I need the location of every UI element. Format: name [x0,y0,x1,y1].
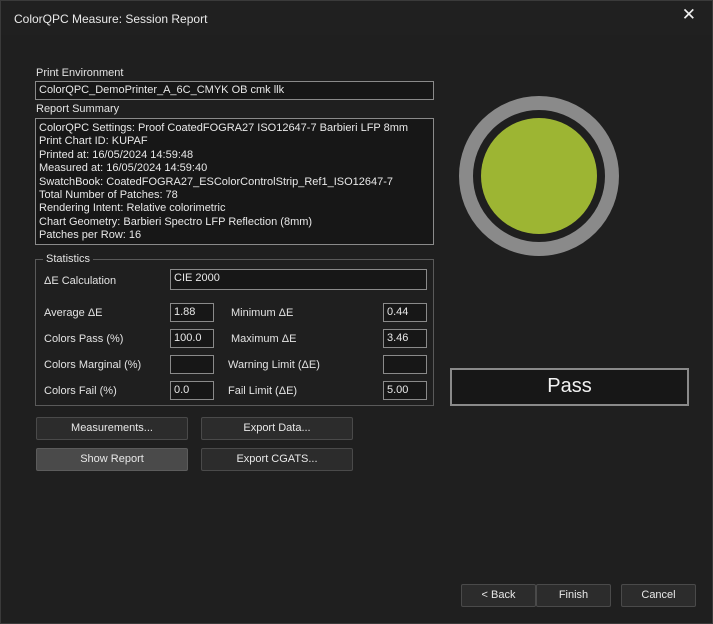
title-bar: ColorQPC Measure: Session Report ✕ [1,1,712,35]
de-calculation-field[interactable]: CIE 2000 [170,269,427,290]
fail-limit-field[interactable]: 5.00 [383,381,427,400]
show-report-button[interactable]: Show Report [36,448,188,471]
report-summary-line: ColorQPC Settings: Proof CoatedFOGRA27 I… [39,122,409,134]
de-calculation-label: ΔE Calculation [44,275,117,287]
result-status: Pass [450,368,689,406]
average-de-field[interactable]: 1.88 [170,303,214,322]
back-button[interactable]: < Back [461,584,536,607]
report-summary-line: Multiple Charts to Same Media: No [39,243,430,244]
warning-limit-field[interactable] [383,355,427,374]
warning-limit-label: Warning Limit (ΔE) [228,359,320,371]
measurements-button[interactable]: Measurements... [36,417,188,440]
finish-button[interactable]: Finish [536,584,611,607]
colors-pass-field[interactable]: 100.0 [170,329,214,348]
export-cgats-button[interactable]: Export CGATS... [201,448,353,471]
indicator-fill [481,118,597,234]
report-summary-line: Measured at: 16/05/2024 14:59:40 [39,162,208,175]
export-data-button[interactable]: Export Data... [201,417,353,440]
minimum-de-field[interactable]: 0.44 [383,303,427,322]
report-summary-line: Print Chart ID: KUPAF [39,135,148,148]
cancel-button[interactable]: Cancel [621,584,696,607]
statistics-group-label: Statistics [43,253,94,265]
print-environment-field[interactable]: ColorQPC_DemoPrinter_A_6C_CMYK OB cmk ll… [35,81,434,100]
report-summary-line: Patches per Row: 16 [39,229,142,242]
report-summary-line: Printed at: 16/05/2024 14:59:48 [39,148,194,161]
report-summary-line: Chart Geometry: Barbieri Spectro LFP Ref… [39,215,313,228]
report-summary-label: Report Summary [36,103,120,115]
report-summary-line: Rendering Intent: Relative colorimetric [39,202,226,215]
report-summary-text[interactable]: ColorQPC Settings: Proof CoatedFOGRA27 I… [35,118,434,245]
colors-fail-field[interactable]: 0.0 [170,381,214,400]
colors-pass-label: Colors Pass (%) [44,333,124,345]
report-summary-line: SwatchBook: CoatedFOGRA27_ESColorControl… [39,175,394,188]
average-de-label: Average ΔE [44,307,103,319]
colors-marginal-field[interactable] [170,355,214,374]
window-title: ColorQPC Measure: Session Report [14,12,208,26]
session-report-window: ColorQPC Measure: Session Report ✕ Print… [0,0,713,624]
colors-marginal-label: Colors Marginal (%) [44,359,142,371]
pass-indicator-icon [459,96,619,256]
maximum-de-field[interactable]: 3.46 [383,329,427,348]
report-summary-line: Total Number of Patches: 78 [39,189,178,202]
maximum-de-label: Maximum ΔE [231,333,297,345]
colors-fail-label: Colors Fail (%) [44,385,117,397]
fail-limit-label: Fail Limit (ΔE) [228,385,298,397]
close-icon[interactable]: ✕ [682,5,696,25]
print-environment-label: Print Environment [36,67,124,79]
minimum-de-label: Minimum ΔE [231,307,294,319]
